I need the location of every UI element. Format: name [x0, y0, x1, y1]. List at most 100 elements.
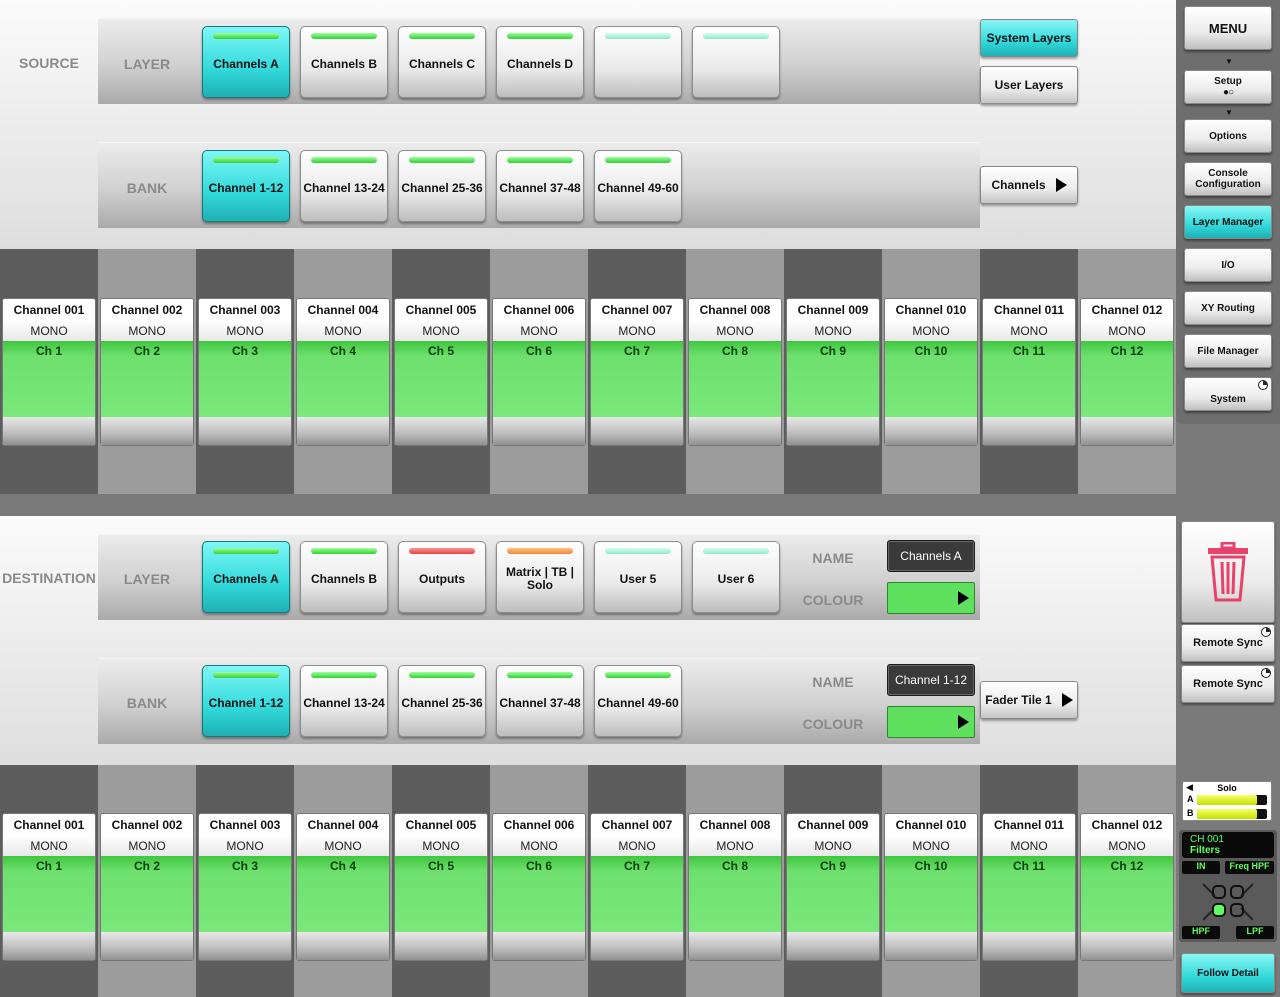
bank-button[interactable]: Channel 37-48: [496, 665, 584, 737]
layer-button[interactable]: User 5: [594, 541, 682, 613]
bank-button[interactable]: Channel 49-60: [594, 665, 682, 737]
strip-footer: [297, 417, 389, 445]
channel-strip[interactable]: Channel 004 MONO Ch 4: [296, 298, 390, 446]
strip-mode: MONO: [787, 835, 879, 856]
delete-button[interactable]: [1181, 521, 1275, 623]
channel-strip[interactable]: Channel 005 MONO Ch 5: [394, 813, 488, 961]
bank-button[interactable]: Channel 25-36: [398, 665, 486, 737]
strip-footer: [885, 932, 977, 960]
channel-strip[interactable]: Channel 002 MONO Ch 2: [100, 298, 194, 446]
strip-channel: Ch 8: [689, 341, 781, 417]
layer-button-label: Channels B: [310, 571, 377, 586]
source-layer-label: LAYER: [123, 56, 171, 72]
filters-in-label: IN: [1182, 861, 1220, 874]
remote-sync-label: Remote Sync: [1193, 677, 1263, 690]
strip-channel: Ch 7: [591, 856, 683, 932]
channel-strip[interactable]: Channel 007 MONO Ch 7: [590, 298, 684, 446]
channel-strip[interactable]: Channel 010 MONO Ch 10: [884, 813, 978, 961]
bank-button[interactable]: Channel 13-24: [300, 150, 388, 222]
channel-strip[interactable]: Channel 009 MONO Ch 9: [786, 298, 880, 446]
channels-button[interactable]: Channels: [980, 166, 1078, 204]
bank-button[interactable]: Channel 1-12: [202, 150, 290, 222]
channels-button-label: Channels: [991, 178, 1046, 192]
menu-item-layer-manager[interactable]: Layer Manager: [1184, 205, 1272, 239]
strip-footer: [1081, 417, 1173, 445]
solo-meter[interactable]: ◀ Solo A B: [1182, 781, 1272, 821]
menu-title-button[interactable]: MENU: [1184, 6, 1272, 50]
layer-button[interactable]: Channels B: [300, 26, 388, 98]
filters-widget[interactable]: CH 001 Filters IN Freq HPF HPF LPF: [1179, 830, 1277, 942]
layer-button[interactable]: Channels A: [202, 541, 290, 613]
remote-sync-button-2[interactable]: Remote Sync: [1181, 665, 1275, 703]
channel-strip[interactable]: Channel 002 MONO Ch 2: [100, 813, 194, 961]
menu-item-options[interactable]: Options: [1184, 119, 1272, 153]
layer-button[interactable]: Channels B: [300, 541, 388, 613]
layer-button[interactable]: Channels C: [398, 26, 486, 98]
menu-item-io[interactable]: I/O: [1184, 248, 1272, 282]
strip-channel: Ch 8: [689, 856, 781, 932]
channel-strip[interactable]: Channel 010 MONO Ch 10: [884, 298, 978, 446]
bank-colour-picker[interactable]: [887, 706, 975, 738]
layer-button-label: User 5: [619, 571, 657, 586]
channel-strip[interactable]: Channel 011 MONO Ch 11: [982, 813, 1076, 961]
layer-colour-picker[interactable]: [887, 582, 975, 614]
channel-strip[interactable]: Channel 004 MONO Ch 4: [296, 813, 390, 961]
follow-detail-button[interactable]: Follow Detail: [1181, 953, 1275, 993]
bank-button[interactable]: Channel 1-12: [202, 665, 290, 737]
menu-item-xy-routing[interactable]: XY Routing: [1184, 291, 1272, 325]
bank-button-label: Channel 49-60: [597, 180, 679, 195]
strip-name: Channel 003: [199, 299, 291, 320]
layer-button[interactable]: [594, 26, 682, 98]
channel-strip[interactable]: Channel 008 MONO Ch 8: [688, 298, 782, 446]
system-layers-button[interactable]: System Layers: [980, 19, 1078, 57]
channel-strip[interactable]: Channel 012 MONO Ch 12: [1080, 813, 1174, 961]
strip-channel: Ch 6: [493, 341, 585, 417]
menu-item-system[interactable]: System: [1184, 377, 1272, 411]
strip-footer: [297, 932, 389, 960]
bank-name-field[interactable]: Channel 1-12: [887, 664, 975, 696]
channel-strip[interactable]: Channel 011 MONO Ch 11: [982, 298, 1076, 446]
bank-button-label: Channel 25-36: [401, 695, 483, 710]
strip-mode: MONO: [983, 835, 1075, 856]
layer-button[interactable]: [692, 26, 780, 98]
menu-item-file-manager[interactable]: File Manager: [1184, 334, 1272, 368]
meter-b-label: B: [1187, 808, 1194, 818]
layer-button[interactable]: Channels A: [202, 26, 290, 98]
channel-strip[interactable]: Channel 006 MONO Ch 6: [492, 298, 586, 446]
channel-strip[interactable]: Channel 003 MONO Ch 3: [198, 298, 292, 446]
bank-button[interactable]: Channel 13-24: [300, 665, 388, 737]
strip-footer: [983, 417, 1075, 445]
layer-button[interactable]: User 6: [692, 541, 780, 613]
channel-strip[interactable]: Channel 005 MONO Ch 5: [394, 298, 488, 446]
channel-strip[interactable]: Channel 001 MONO Ch 1: [2, 298, 96, 446]
strip-name: Channel 010: [885, 299, 977, 320]
channel-strip[interactable]: Channel 012 MONO Ch 12: [1080, 298, 1174, 446]
menu-item-console-configuration[interactable]: Console Configuration: [1184, 162, 1272, 196]
channel-strip[interactable]: Channel 003 MONO Ch 3: [198, 813, 292, 961]
channel-strip[interactable]: Channel 008 MONO Ch 8: [688, 813, 782, 961]
channel-strip[interactable]: Channel 007 MONO Ch 7: [590, 813, 684, 961]
strip-name: Channel 002: [101, 814, 193, 835]
fader-tile-button[interactable]: Fader Tile 1: [980, 681, 1078, 719]
menu-item-setup[interactable]: Setup ●○: [1184, 70, 1272, 104]
layer-button[interactable]: Matrix | TB | Solo: [496, 541, 584, 613]
strip-footer: [101, 417, 193, 445]
bank-led-indicator: [507, 157, 573, 163]
remote-sync-button-1[interactable]: Remote Sync: [1181, 624, 1275, 662]
menu-item-label: Console Configuration: [1195, 168, 1261, 190]
channel-strip[interactable]: Channel 009 MONO Ch 9: [786, 813, 880, 961]
user-layers-button[interactable]: User Layers: [980, 66, 1078, 104]
strip-mode: MONO: [395, 835, 487, 856]
bank-button[interactable]: Channel 25-36: [398, 150, 486, 222]
strip-mode: MONO: [885, 320, 977, 341]
layer-button[interactable]: Channels D: [496, 26, 584, 98]
bank-button[interactable]: Channel 37-48: [496, 150, 584, 222]
toggle-dots-icon: ●○: [1222, 87, 1234, 98]
bank-button[interactable]: Channel 49-60: [594, 150, 682, 222]
layer-name-field[interactable]: Channels A: [887, 540, 975, 572]
layer-button[interactable]: Outputs: [398, 541, 486, 613]
channel-strip[interactable]: Channel 006 MONO Ch 6: [492, 813, 586, 961]
bank-button-label: Channel 1-12: [208, 695, 284, 710]
channel-strip[interactable]: Channel 001 MONO Ch 1: [2, 813, 96, 961]
destination-layer-label: LAYER: [123, 571, 171, 587]
